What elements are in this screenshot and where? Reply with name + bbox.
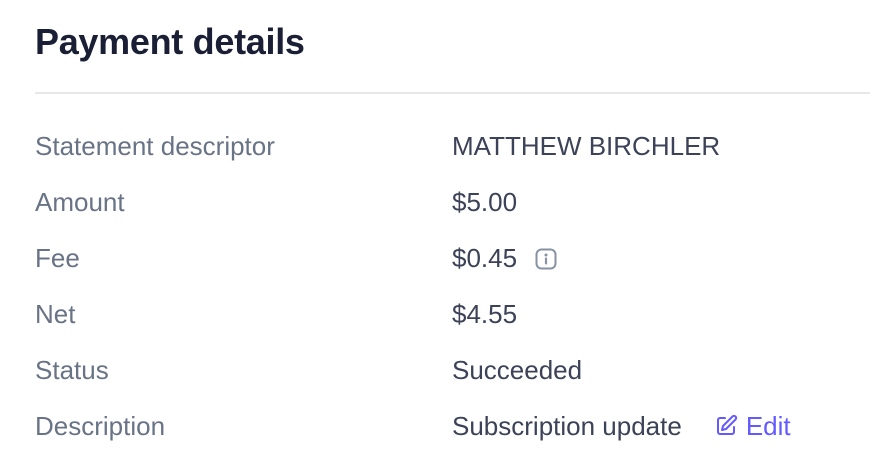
detail-row-statement-descriptor: Statement descriptor MATTHEW BIRCHLER <box>35 118 870 174</box>
detail-value: $4.55 <box>452 298 518 329</box>
detail-value: $5.00 <box>452 186 518 217</box>
detail-value: Subscription update <box>452 410 682 441</box>
detail-label: Net <box>35 298 76 329</box>
detail-row-status: Status Succeeded <box>35 342 870 398</box>
page-title: Payment details <box>35 21 305 62</box>
detail-label: Description <box>35 410 166 441</box>
detail-label: Amount <box>35 186 125 217</box>
edit-label: Edit <box>745 410 791 441</box>
detail-label: Status <box>35 354 109 385</box>
edit-icon <box>714 414 738 438</box>
payment-details-list: Statement descriptor MATTHEW BIRCHLER Am… <box>35 118 870 454</box>
header-divider <box>35 92 870 94</box>
edit-description-button[interactable]: Edit <box>714 411 791 442</box>
detail-row-fee: Fee $0.45 <box>35 230 870 286</box>
info-icon[interactable] <box>535 248 557 270</box>
detail-row-description: Description Subscription update Edit <box>35 398 870 454</box>
detail-label: Statement descriptor <box>35 130 275 161</box>
detail-value-container: $0.45 <box>452 243 557 274</box>
detail-label: Fee <box>35 242 80 273</box>
detail-value-container: Subscription update Edit <box>452 411 791 442</box>
detail-value: MATTHEW BIRCHLER <box>452 130 721 161</box>
detail-row-amount: Amount $5.00 <box>35 174 870 230</box>
detail-row-net: Net $4.55 <box>35 286 870 342</box>
detail-value: $0.45 <box>452 242 518 273</box>
detail-value: Succeeded <box>452 354 583 385</box>
